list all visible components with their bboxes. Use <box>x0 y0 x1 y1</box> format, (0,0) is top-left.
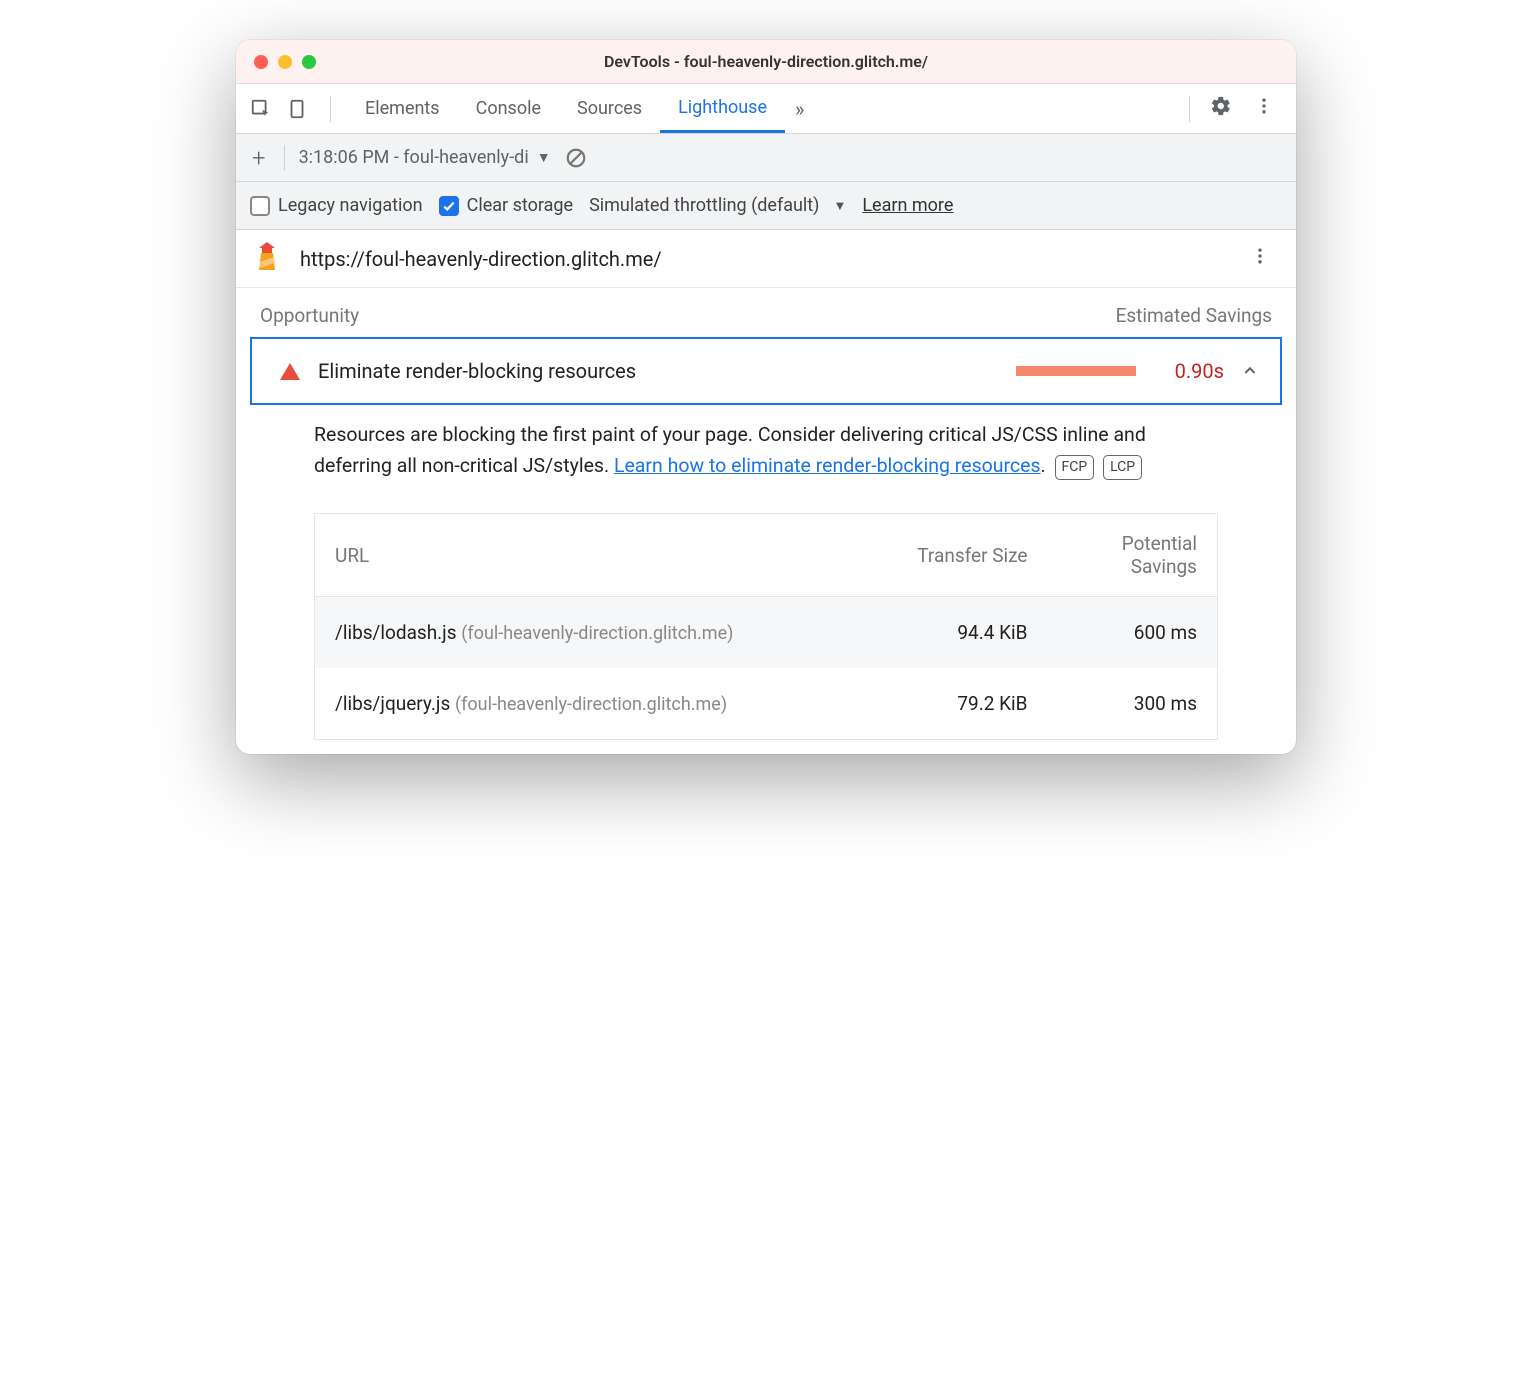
audit-learn-link[interactable]: Learn how to eliminate render-blocking r… <box>614 454 1041 477</box>
savings-bar <box>1016 366 1136 376</box>
report-menu-icon[interactable] <box>1242 246 1278 271</box>
checkbox-label: Legacy navigation <box>278 195 423 216</box>
col-size: Transfer Size <box>878 514 1048 597</box>
audit-header[interactable]: Eliminate render-blocking resources 0.90… <box>250 337 1282 405</box>
minimize-window-button[interactable] <box>278 55 292 69</box>
resources-table: URL Transfer Size Potential Savings /lib… <box>314 513 1218 740</box>
tab-sources[interactable]: Sources <box>559 84 660 133</box>
tab-label: Sources <box>577 98 642 119</box>
table-row: /libs/jquery.js (foul-heavenly-direction… <box>315 668 1218 740</box>
learn-more-link[interactable]: Learn more <box>862 195 953 216</box>
device-toolbar-icon[interactable] <box>286 98 308 120</box>
report-selector-label: 3:18:06 PM - foul-heavenly-di <box>299 147 529 168</box>
chevron-up-icon <box>1242 363 1258 379</box>
savings-header: Estimated Savings <box>1116 304 1272 327</box>
col-url: URL <box>315 514 878 597</box>
opportunity-header: Opportunity <box>260 304 359 327</box>
lighthouse-logo-icon <box>254 240 282 277</box>
checkbox-checked-icon <box>439 196 459 216</box>
devtools-window: DevTools - foul-heavenly-direction.glitc… <box>236 40 1296 754</box>
main-tabbar: Elements Console Sources Lighthouse » <box>236 84 1296 134</box>
clear-all-icon[interactable] <box>565 147 587 169</box>
resource-savings: 600 ms <box>1048 597 1218 669</box>
resource-host: (foul-heavenly-direction.glitch.me) <box>455 694 727 715</box>
resource-host: (foul-heavenly-direction.glitch.me) <box>461 623 733 644</box>
traffic-lights <box>236 55 316 69</box>
metric-badge-fcp: FCP <box>1055 455 1095 479</box>
tab-label: Elements <box>365 98 440 119</box>
resource-path: /libs/lodash.js <box>335 621 457 644</box>
report-url-row: https://foul-heavenly-direction.glitch.m… <box>236 230 1296 288</box>
inspect-element-icon[interactable] <box>250 98 272 120</box>
audit-description-tail: . <box>1041 454 1046 477</box>
table-row: /libs/lodash.js (foul-heavenly-direction… <box>315 597 1218 669</box>
opportunity-header-row: Opportunity Estimated Savings <box>236 288 1296 337</box>
resource-size: 94.4 KiB <box>878 597 1048 669</box>
metric-badge-lcp: LCP <box>1103 455 1142 479</box>
lighthouse-settings-bar: Legacy navigation Clear storage Simulate… <box>236 182 1296 230</box>
checkbox-label: Clear storage <box>467 195 573 216</box>
report-url: https://foul-heavenly-direction.glitch.m… <box>300 247 662 271</box>
audit-description: Resources are blocking the first paint o… <box>250 405 1282 487</box>
report-selector[interactable]: 3:18:06 PM - foul-heavenly-di ▼ <box>299 147 551 168</box>
tab-elements[interactable]: Elements <box>347 84 458 133</box>
zoom-window-button[interactable] <box>302 55 316 69</box>
tab-console[interactable]: Console <box>458 84 559 133</box>
col-savings: Potential Savings <box>1048 514 1218 597</box>
tab-lighthouse[interactable]: Lighthouse <box>660 84 785 133</box>
more-tabs-icon[interactable]: » <box>785 97 814 121</box>
dropdown-caret-icon: ▼ <box>833 198 846 214</box>
resource-path: /libs/jquery.js <box>335 692 450 715</box>
separator <box>330 96 331 122</box>
separator <box>284 145 285 171</box>
separator <box>1189 96 1190 122</box>
fail-triangle-icon <box>280 363 300 380</box>
new-report-button[interactable]: + <box>248 144 270 172</box>
audit-item: Eliminate render-blocking resources 0.90… <box>250 337 1282 740</box>
tab-label: Lighthouse <box>678 97 767 118</box>
window-title: DevTools - foul-heavenly-direction.glitc… <box>236 52 1296 71</box>
dropdown-caret-icon: ▼ <box>537 149 551 166</box>
legacy-navigation-checkbox[interactable]: Legacy navigation <box>250 195 423 216</box>
titlebar: DevTools - foul-heavenly-direction.glitc… <box>236 40 1296 84</box>
table-header-row: URL Transfer Size Potential Savings <box>315 514 1218 597</box>
tab-label: Console <box>476 98 541 119</box>
throttling-selector[interactable]: Simulated throttling (default) ▼ <box>589 195 846 216</box>
settings-gear-icon[interactable] <box>1202 95 1240 122</box>
savings-value: 0.90s <box>1154 359 1224 383</box>
close-window-button[interactable] <box>254 55 268 69</box>
audit-title: Eliminate render-blocking resources <box>318 359 636 383</box>
kebab-menu-icon[interactable] <box>1246 96 1282 121</box>
lighthouse-toolbar: + 3:18:06 PM - foul-heavenly-di ▼ <box>236 134 1296 182</box>
clear-storage-checkbox[interactable]: Clear storage <box>439 195 573 216</box>
resource-savings: 300 ms <box>1048 668 1218 740</box>
resource-size: 79.2 KiB <box>878 668 1048 740</box>
throttling-label: Simulated throttling (default) <box>589 195 819 216</box>
checkbox-unchecked-icon <box>250 196 270 216</box>
